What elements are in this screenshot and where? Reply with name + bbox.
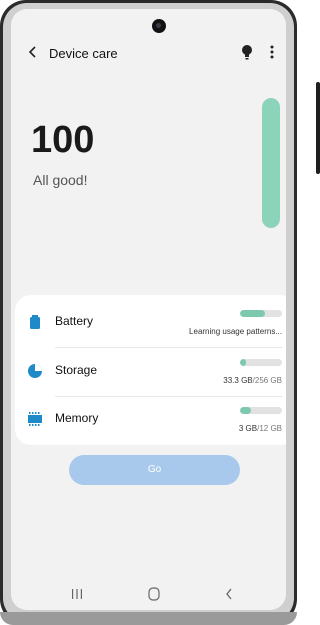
battery-detail: Learning usage patterns... xyxy=(189,327,282,336)
storage-label: Storage xyxy=(55,363,98,377)
score-gauge xyxy=(262,98,280,228)
memory-bar-fill xyxy=(240,407,251,414)
app-header: Device care xyxy=(11,39,286,69)
phone-bottom-edge xyxy=(0,612,297,625)
battery-bar-fill xyxy=(240,310,266,317)
storage-icon xyxy=(28,364,42,378)
list-item-battery[interactable]: Battery Learning usage patterns... xyxy=(15,299,286,345)
score-gauge-fill xyxy=(262,98,280,228)
list-item-memory[interactable]: Memory 3 GB/12 GB xyxy=(15,396,286,442)
score-value: 100 xyxy=(31,119,95,161)
storage-bar xyxy=(240,359,282,366)
storage-used: 33.3 GB xyxy=(223,376,253,385)
storage-detail: 33.3 GB/256 GB xyxy=(223,376,282,385)
navigation-bar xyxy=(11,580,286,610)
home-icon[interactable] xyxy=(148,587,160,601)
memory-detail: 3 GB/12 GB xyxy=(239,424,282,433)
storage-bar-fill xyxy=(240,359,246,366)
go-button[interactable]: Go xyxy=(69,455,240,485)
front-camera xyxy=(152,19,166,33)
bulb-icon[interactable] xyxy=(240,44,254,60)
battery-icon xyxy=(30,315,40,329)
page-title: Device care xyxy=(49,46,118,61)
score-status: All good! xyxy=(33,172,88,188)
side-button xyxy=(316,82,320,174)
memory-bar xyxy=(240,407,282,414)
back-icon[interactable] xyxy=(224,587,234,601)
storage-total: /256 GB xyxy=(252,376,282,385)
battery-label: Battery xyxy=(55,314,94,328)
memory-total: /12 GB xyxy=(257,424,282,433)
list-item-storage[interactable]: Storage 33.3 GB/256 GB xyxy=(15,348,286,394)
battery-bar xyxy=(240,310,282,317)
device-care-card: Battery Learning usage patterns... Stora… xyxy=(15,295,286,445)
memory-used: 3 GB xyxy=(238,424,258,433)
recent-apps-icon[interactable] xyxy=(71,588,83,600)
memory-icon xyxy=(28,412,42,426)
screen: Device care 100 All good! Battery Learni… xyxy=(11,9,286,610)
memory-label: Memory xyxy=(55,411,99,425)
back-icon[interactable] xyxy=(25,44,41,60)
more-icon[interactable] xyxy=(268,44,276,60)
